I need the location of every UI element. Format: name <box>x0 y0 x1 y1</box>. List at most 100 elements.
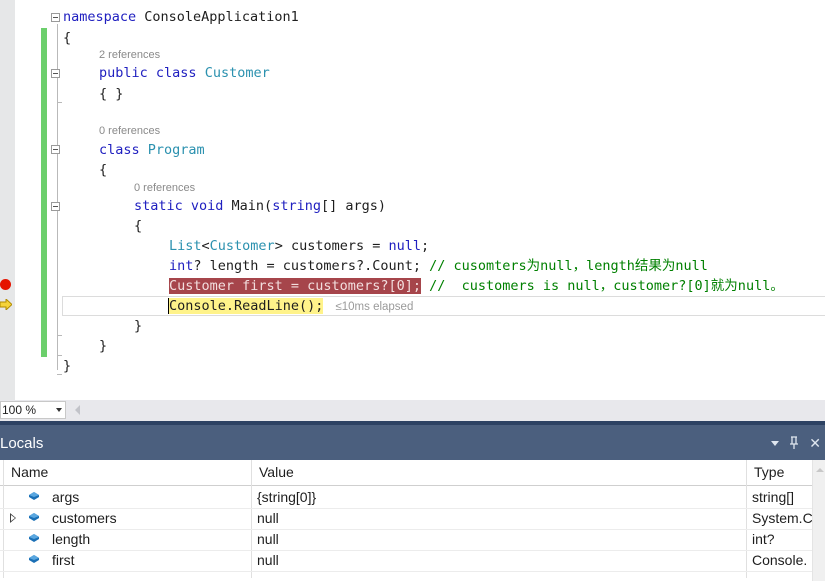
keyword: null <box>388 238 421 254</box>
outline-tick <box>57 335 62 336</box>
code-line: { <box>63 28 71 48</box>
brace: } <box>99 338 108 354</box>
grid-header: Name Value Type <box>0 460 825 486</box>
table-row[interactable]: first null Console. <box>0 550 825 572</box>
locals-panel-titlebar[interactable]: Locals ✕ <box>0 425 825 460</box>
brace: } <box>63 358 72 374</box>
change-tracking-bar <box>41 28 47 357</box>
table-row[interactable]: customers null System.C <box>0 508 825 530</box>
variable-value[interactable]: null <box>257 510 279 526</box>
panel-title: Locals <box>0 435 44 452</box>
keyword: static <box>134 198 183 214</box>
breakpoint-margin[interactable] <box>0 0 15 400</box>
breakpoint-highlight: Customer first = customers?[0]; <box>169 278 421 294</box>
variable-type: System.C <box>752 510 813 526</box>
code-line: } <box>63 356 71 376</box>
code-line: { <box>99 160 107 180</box>
table-row[interactable]: args {string[0]} string[] <box>0 487 825 509</box>
code-line-current: Console.ReadLine(); ≤10ms elapsed <box>169 296 413 316</box>
text-caret <box>168 298 169 314</box>
code-line-breakpoint: Customer first = customers?[0]; // custo… <box>169 276 784 296</box>
collapse-program-icon[interactable] <box>51 145 60 154</box>
code-line: { } <box>99 84 123 104</box>
code-line-customers-decl: List<Customer> customers = null; <box>169 236 429 256</box>
code-line-main: static void Main(string[] args) <box>134 196 386 216</box>
variable-name: length <box>52 531 91 547</box>
collapse-main-icon[interactable] <box>51 202 60 211</box>
outline-tick <box>57 374 62 375</box>
brace: { <box>99 162 108 178</box>
type-name: List <box>169 238 202 254</box>
keyword: namespace <box>63 9 137 25</box>
keyword: class <box>147 65 205 81</box>
code: > customers = <box>274 238 389 254</box>
variable-value[interactable]: {string[0]} <box>257 489 316 505</box>
punct: < <box>201 238 210 254</box>
codelens-references[interactable]: 0 references <box>134 181 195 195</box>
code-editor[interactable]: namespace ConsoleApplication1 { 2 refere… <box>0 0 825 400</box>
scroll-up-arrow[interactable] <box>816 468 824 472</box>
keyword: public <box>99 65 148 81</box>
brace: { <box>134 218 143 234</box>
variable-name: first <box>52 552 75 568</box>
breakpoint-icon[interactable] <box>0 279 11 290</box>
variable-name: customers <box>52 510 117 526</box>
punct: ; <box>421 238 430 254</box>
table-row[interactable]: length null int? <box>0 529 825 551</box>
locals-grid: Name Value Type args {string[0]} string[… <box>0 460 825 581</box>
code-line-namespace: namespace ConsoleApplication1 <box>63 7 299 27</box>
codelens-references[interactable]: 2 references <box>99 48 160 62</box>
zoom-dropdown[interactable]: 100 % <box>0 401 66 419</box>
type-name: Customer <box>209 238 275 254</box>
method-name: Main( <box>223 198 273 214</box>
code-line-length-decl: int? length = customers?.Count; // cusom… <box>169 256 708 276</box>
brace: { <box>63 30 72 46</box>
variable-type: string[] <box>752 489 795 505</box>
code: ? length = customers?.Count; <box>193 258 430 274</box>
expand-arrow-icon[interactable] <box>10 513 16 523</box>
pin-icon[interactable] <box>789 436 799 450</box>
vertical-scrollbar[interactable] <box>812 460 825 581</box>
code-line: } <box>134 316 142 336</box>
perf-tip[interactable]: ≤10ms elapsed <box>335 301 413 313</box>
variable-icon <box>29 492 39 500</box>
instruction-pointer-icon[interactable] <box>0 299 12 310</box>
dropdown-icon[interactable] <box>771 440 780 446</box>
variable-icon <box>29 534 39 542</box>
column-header-value[interactable]: Value <box>259 464 294 480</box>
collapse-namespace-icon[interactable] <box>51 13 60 22</box>
code-line: { <box>134 216 142 236</box>
parameters: [] args) <box>320 198 387 214</box>
outline-tick <box>57 102 62 103</box>
variable-name: args <box>52 489 80 505</box>
column-header-type[interactable]: Type <box>754 464 784 480</box>
chevron-down-icon <box>56 408 62 412</box>
variable-icon <box>29 555 39 563</box>
comment: // customers is null，customer?[0]就为null。 <box>420 278 784 294</box>
comment: // cusomters为null，length结果为null <box>429 258 708 274</box>
current-statement-highlight: Console.ReadLine(); <box>169 298 324 314</box>
code-line-program-class: class Program <box>99 140 205 160</box>
scroll-left-arrow[interactable] <box>75 405 80 415</box>
code-line: } <box>99 336 107 356</box>
column-header-name[interactable]: Name <box>11 464 48 480</box>
variable-value[interactable]: null <box>257 552 279 568</box>
keyword: string <box>272 198 321 214</box>
codelens-references[interactable]: 0 references <box>99 124 160 138</box>
namespace-name: ConsoleApplication1 <box>136 9 299 25</box>
keyword: int <box>169 258 194 274</box>
zoom-value: 100 % <box>2 403 37 417</box>
code-line-customer-class: public class Customer <box>99 63 270 83</box>
brace: } <box>134 318 143 334</box>
editor-status-bar: 100 % <box>0 400 825 421</box>
type-name: Customer <box>204 65 270 81</box>
variable-value[interactable]: null <box>257 531 279 547</box>
close-icon[interactable]: ✕ <box>809 435 821 452</box>
collapse-customer-icon[interactable] <box>51 69 60 78</box>
variable-type: int? <box>752 531 775 547</box>
variable-icon <box>29 513 39 521</box>
brace: { } <box>99 86 124 102</box>
keyword: class <box>99 142 140 158</box>
keyword: void <box>182 198 224 214</box>
outline-tick <box>57 355 62 356</box>
